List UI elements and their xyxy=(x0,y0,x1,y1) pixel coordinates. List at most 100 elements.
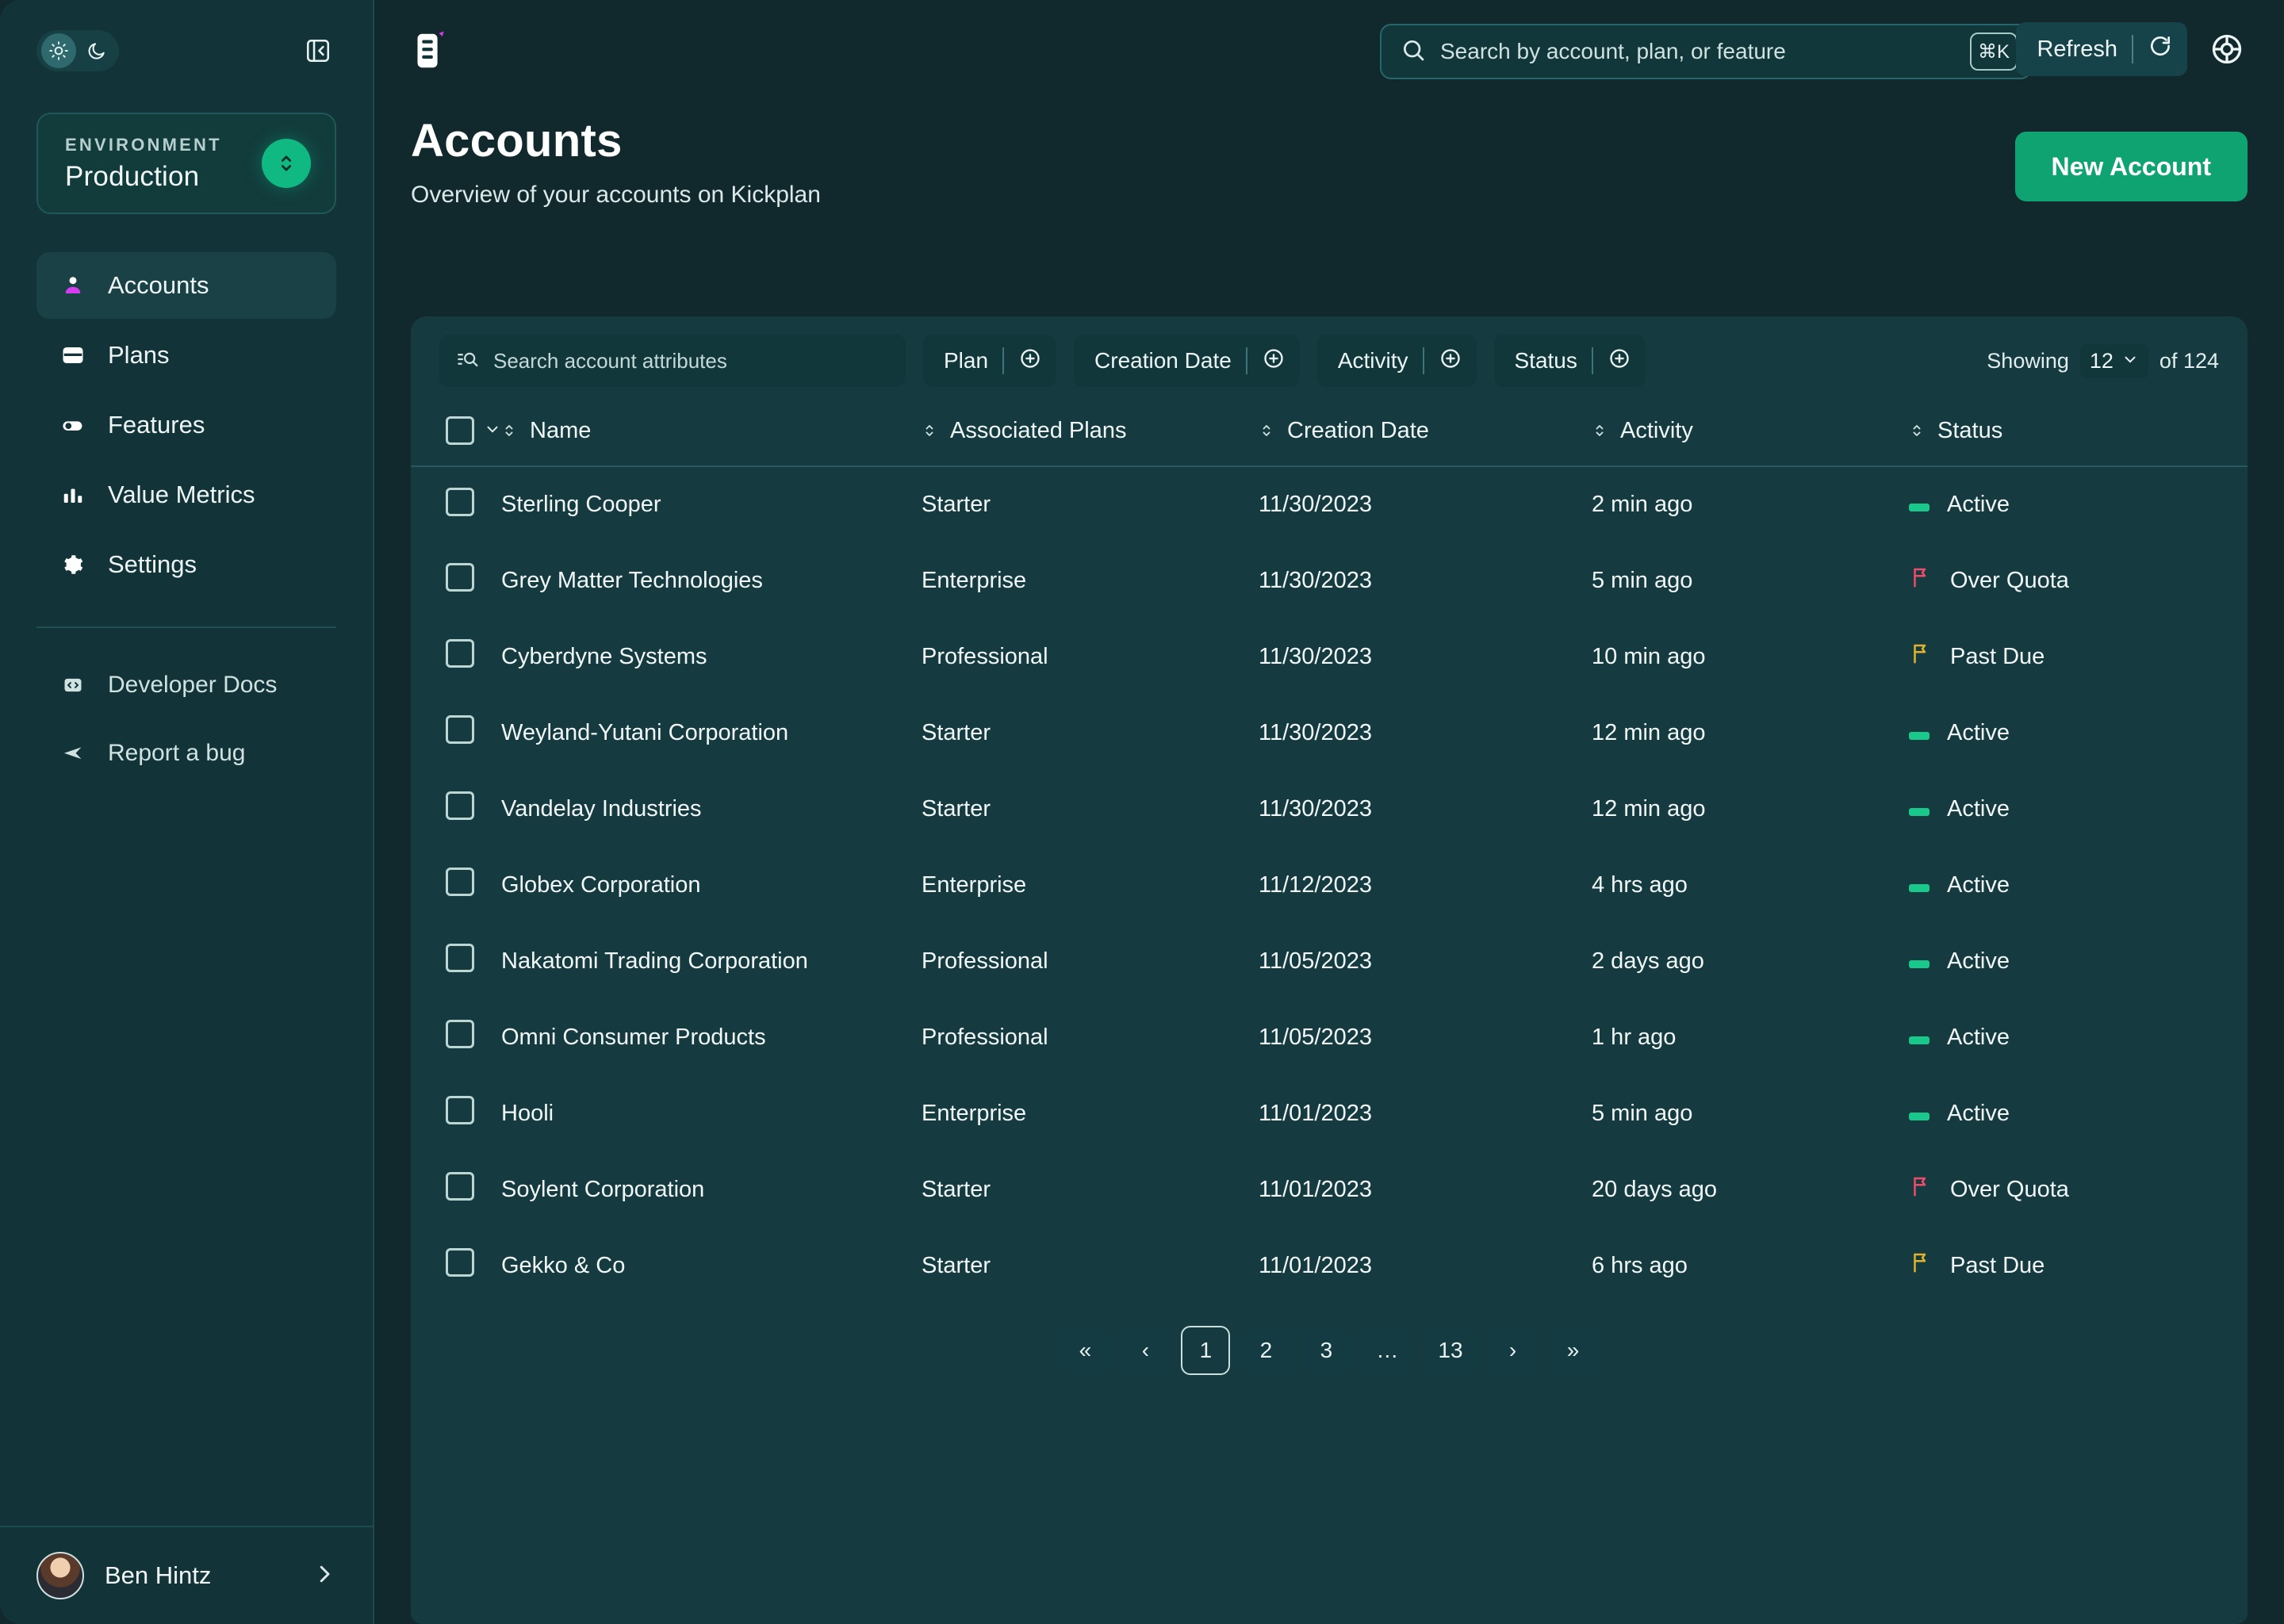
row-select-cell[interactable] xyxy=(411,923,501,999)
environment-selector[interactable]: ENVIRONMENT Production xyxy=(36,113,336,214)
row-select-cell[interactable] xyxy=(411,847,501,923)
row-select-cell[interactable] xyxy=(411,619,501,695)
table-row[interactable]: Sterling Cooper Starter 11/30/2023 2 min ag… xyxy=(411,466,2248,542)
refresh-label: Refresh xyxy=(2037,36,2117,62)
sidebar-divider xyxy=(36,626,336,628)
table-row[interactable]: Grey Matter Technologies Enterprise 11/30/… xyxy=(411,542,2248,619)
row-checkbox[interactable] xyxy=(446,563,474,592)
filter-plan[interactable]: Plan xyxy=(923,335,1057,387)
cell-status: Active xyxy=(1909,999,2248,1075)
status-badge xyxy=(1909,872,1930,898)
status-badge xyxy=(1909,796,1930,822)
header-label: Associated Plans xyxy=(950,417,1127,443)
refresh-icon[interactable] xyxy=(2148,33,2173,65)
pagination-page-2[interactable]: 2 xyxy=(1241,1326,1291,1375)
sidebar-item-value-metrics[interactable]: Value Metrics xyxy=(36,462,336,528)
row-checkbox[interactable] xyxy=(446,944,474,972)
row-select-cell[interactable] xyxy=(411,542,501,619)
attribute-search-input[interactable]: Search account attributes xyxy=(439,335,906,387)
table-row[interactable]: Nakatomi Trading Corporation Professional… xyxy=(411,923,2248,999)
page-size-select[interactable]: 12 xyxy=(2079,343,2148,378)
pagination-page-1[interactable]: 1 xyxy=(1181,1326,1231,1375)
sidebar-item-features[interactable]: Features xyxy=(36,392,336,458)
pagination-prev[interactable]: ‹ xyxy=(1121,1326,1171,1375)
status-label: Active xyxy=(1947,492,2010,517)
table-row[interactable]: Weyland-Yutani Corporation Starter 11/30/2… xyxy=(411,695,2248,771)
sort-icon xyxy=(501,421,517,440)
pagination-next[interactable]: › xyxy=(1488,1326,1538,1375)
row-checkbox[interactable] xyxy=(446,715,474,744)
plus-circle-icon[interactable] xyxy=(1018,347,1042,376)
header-activity[interactable]: Activity xyxy=(1592,405,1909,467)
filter-creation-date[interactable]: Creation Date xyxy=(1074,335,1300,387)
sidebar-item-settings[interactable]: Settings xyxy=(36,531,336,598)
pagination-last[interactable]: » xyxy=(1548,1326,1598,1375)
row-checkbox[interactable] xyxy=(446,487,474,516)
chevron-down-icon[interactable] xyxy=(484,418,501,444)
row-select-cell[interactable] xyxy=(411,1228,501,1304)
sidebar-item-accounts[interactable]: Accounts xyxy=(36,252,336,319)
moon-icon[interactable] xyxy=(79,33,114,68)
sidebar-item-report-a-bug[interactable]: Report a bug xyxy=(36,723,336,783)
row-select-cell[interactable] xyxy=(411,1151,501,1228)
refresh-button[interactable]: Refresh xyxy=(2016,22,2187,76)
status-active-icon xyxy=(1909,807,1930,816)
row-select-cell[interactable] xyxy=(411,695,501,771)
plus-circle-icon[interactable] xyxy=(1439,347,1462,376)
status-badge xyxy=(1909,642,1933,672)
cell-associated-plans: Professional xyxy=(922,948,1048,974)
showing-prefix: Showing xyxy=(1987,348,2069,373)
header-creation-date[interactable]: Creation Date xyxy=(1259,405,1592,467)
header-name[interactable]: Name xyxy=(501,405,922,467)
sidebar: ENVIRONMENT Production Accounts Plans Fe… xyxy=(0,0,374,1624)
table-row[interactable]: Globex Corporation Enterprise 11/12/2023 4 … xyxy=(411,847,2248,923)
sidebar-item-label: Developer Docs xyxy=(108,672,278,698)
row-checkbox[interactable] xyxy=(446,868,474,896)
plus-circle-icon[interactable] xyxy=(1608,347,1631,376)
row-checkbox[interactable] xyxy=(446,1248,474,1277)
sidebar-item-plans[interactable]: Plans xyxy=(36,322,336,389)
row-select-cell[interactable] xyxy=(411,999,501,1075)
select-all-checkbox[interactable] xyxy=(446,416,474,445)
row-checkbox[interactable] xyxy=(446,1096,474,1124)
row-select-cell[interactable] xyxy=(411,771,501,847)
user-profile-button[interactable]: Ben Hintz xyxy=(0,1526,373,1624)
row-checkbox[interactable] xyxy=(446,1172,474,1201)
cell-associated-plans: Starter xyxy=(922,795,991,822)
cell-activity: 2 days ago xyxy=(1592,948,1704,974)
row-checkbox[interactable] xyxy=(446,1020,474,1048)
plus-circle-icon[interactable] xyxy=(1262,347,1286,376)
global-search[interactable]: Search by account, plan, or feature ⌘K xyxy=(1380,24,2032,79)
sidebar-item-developer-docs[interactable]: Developer Docs xyxy=(36,655,336,715)
theme-toggle[interactable] xyxy=(36,30,119,71)
table-row[interactable]: Gekko & Co Starter 11/01/2023 6 hrs ago Past… xyxy=(411,1228,2248,1304)
table-row[interactable]: Omni Consumer Products Professional 11/05/… xyxy=(411,999,2248,1075)
header-select-all[interactable] xyxy=(411,405,501,467)
row-select-cell[interactable] xyxy=(411,466,501,542)
pagination-page-3[interactable]: 3 xyxy=(1301,1326,1351,1375)
table-row[interactable]: Soylent Corporation Starter 11/01/2023 20 d… xyxy=(411,1151,2248,1228)
row-checkbox[interactable] xyxy=(446,791,474,820)
pagination-page-13[interactable]: 13 xyxy=(1424,1326,1477,1375)
status-label: Past Due xyxy=(1950,643,2045,669)
header-label: Name xyxy=(530,417,592,443)
header-status[interactable]: Status xyxy=(1909,405,2248,467)
cell-name: Soylent Corporation xyxy=(501,1176,705,1202)
filter-activity[interactable]: Activity xyxy=(1316,335,1477,387)
table-row[interactable]: Hooli Enterprise 11/01/2023 5 min ago Active xyxy=(411,1075,2248,1151)
panel-collapse-icon[interactable] xyxy=(300,33,336,69)
header-associated-plans[interactable]: Associated Plans xyxy=(922,405,1259,467)
table-row[interactable]: Vandelay Industries Starter 11/30/2023 12 m… xyxy=(411,771,2248,847)
table-row[interactable]: Cyberdyne Systems Professional 11/30/2023 1… xyxy=(411,619,2248,695)
filter-status[interactable]: Status xyxy=(1493,335,1646,387)
selector-icon[interactable] xyxy=(262,139,311,188)
new-account-button[interactable]: New Account xyxy=(2014,132,2248,201)
sun-icon[interactable] xyxy=(41,33,76,68)
lifebuoy-icon[interactable] xyxy=(2206,29,2248,70)
status-label: Active xyxy=(1947,871,2010,898)
pagination-first[interactable]: « xyxy=(1060,1326,1110,1375)
cell-associated-plans: Enterprise xyxy=(922,567,1027,593)
row-select-cell[interactable] xyxy=(411,1075,501,1151)
row-checkbox[interactable] xyxy=(446,639,474,668)
send-icon xyxy=(59,739,87,768)
